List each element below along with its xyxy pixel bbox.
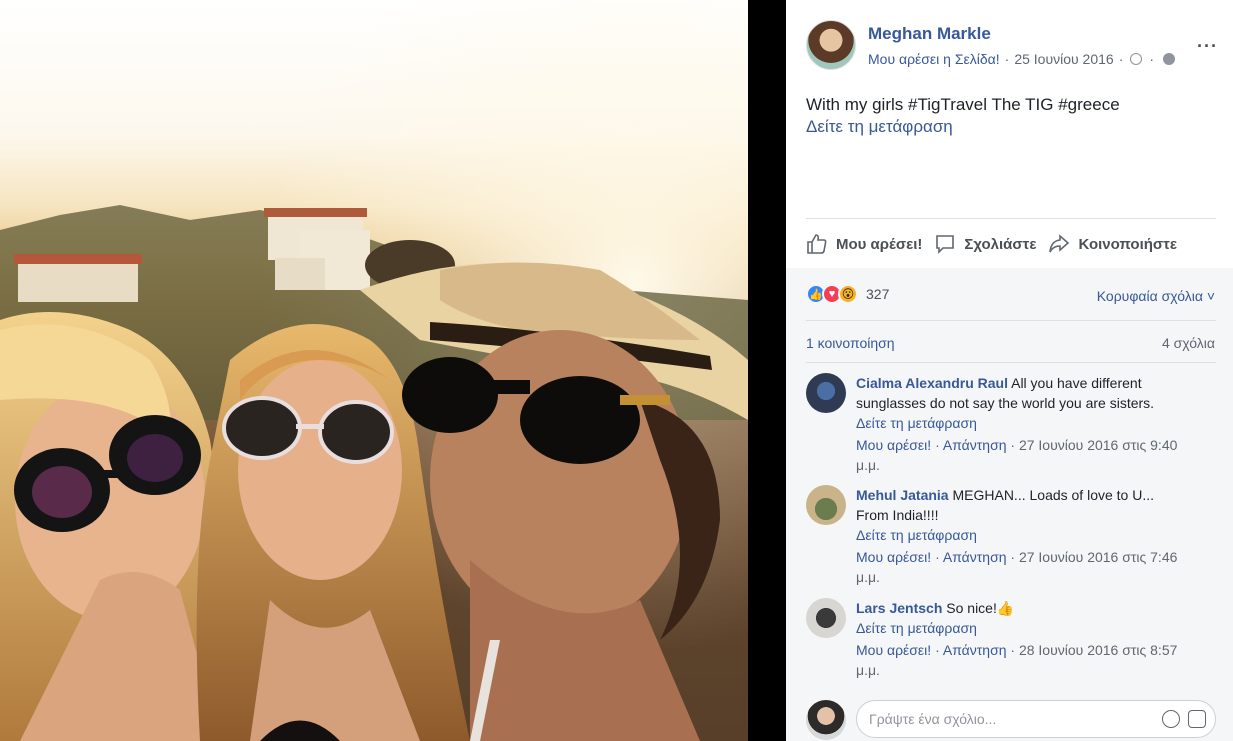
reactions-summary[interactable]: 👍 ♥ 😮 327 (806, 284, 889, 304)
comment-button-label: Σχολιάστε (964, 235, 1037, 253)
post-date[interactable]: 25 Ιουνίου 2016 (1014, 51, 1113, 67)
comment-author[interactable]: Lars Jentsch (856, 600, 942, 616)
clock-icon (1130, 53, 1143, 65)
globe-icon[interactable] (1163, 53, 1176, 65)
see-translation-link[interactable]: Δείτε τη μετάφραση (806, 117, 953, 137)
comment-actions: Μου αρέσει! · Απάντηση · 28 Ιουνίου 2016… (856, 642, 1178, 678)
comment-like-link[interactable]: Μου αρέσει! (856, 437, 931, 453)
post-actions: Μου αρέσει! Σχολιάστε Κοινοποιήστε (806, 229, 1216, 259)
page-name-link[interactable]: Meghan Markle (868, 24, 991, 44)
photo-illustration (0, 0, 748, 741)
comment-button[interactable]: Σχολιάστε (934, 229, 1036, 259)
share-button[interactable]: Κοινοποιήστε (1048, 229, 1177, 259)
share-icon (1049, 234, 1070, 253)
comment-like-link[interactable]: Μου αρέσει! (856, 642, 931, 658)
divider (806, 218, 1216, 219)
post-header: Meghan Markle Μου αρέσει η Σελίδα! · 25 Ιο… (806, 18, 1218, 78)
shares-count-link[interactable]: 1 κοινοποίηση (806, 335, 895, 351)
top-comments-dropdown[interactable]: Κορυφαία σχόλια ˅ (1097, 288, 1215, 304)
wow-reaction-icon: 😮 (838, 284, 858, 304)
comment-translation-link[interactable]: Δείτε τη μετάφραση (856, 413, 1186, 433)
post-meta: Μου αρέσει η Σελίδα! · 25 Ιουνίου 2016 · · (868, 51, 1176, 67)
comment-author[interactable]: Mehul Jatania (856, 487, 949, 503)
comment-reply-link[interactable]: Απάντηση (943, 437, 1007, 453)
comment-translation-link[interactable]: Δείτε τη μετάφραση (856, 618, 1186, 638)
emoji-icon[interactable] (1162, 710, 1180, 728)
commenter-avatar[interactable] (806, 598, 846, 638)
comment-body: Mehul Jatania MEGHAN... Loads of love to… (856, 485, 1186, 587)
like-button-label: Μου αρέσει! (836, 235, 923, 253)
post-side-panel: Meghan Markle Μου αρέσει η Σελίδα! · 25 Ιο… (786, 0, 1233, 741)
comments-count-link[interactable]: 4 σχόλια (1162, 335, 1215, 351)
comment-composer (806, 698, 1216, 740)
like-page-link[interactable]: Μου αρέσει η Σελίδα! (868, 51, 1000, 67)
comment-text: So nice!👍 (942, 600, 1015, 616)
divider (806, 320, 1216, 321)
comment-translation-link[interactable]: Δείτε τη μετάφραση (856, 525, 1186, 545)
comment-author[interactable]: Cialma Alexandru Raul (856, 375, 1008, 391)
like-button[interactable]: Μου αρέσει! (806, 229, 922, 259)
more-options-button[interactable]: ··· (1197, 36, 1218, 57)
comment-body: Cialma Alexandru Raul All you have diffe… (856, 373, 1186, 475)
share-button-label: Κοινοποιήστε (1078, 235, 1177, 253)
comment-icon (936, 235, 955, 254)
sticker-icon[interactable] (1188, 710, 1206, 728)
post-text: With my girls #TigTravel The TIG #greece (806, 95, 1120, 114)
meta-separator: · (1149, 51, 1155, 67)
post-photo[interactable] (0, 0, 748, 741)
comment-like-link[interactable]: Μου αρέσει! (856, 549, 931, 565)
comment-reply-link[interactable]: Απάντηση (943, 549, 1007, 565)
like-icon (807, 234, 827, 254)
comment-body: Lars Jentsch So nice!👍 Δείτε τη μετάφρασ… (856, 598, 1186, 680)
page-avatar[interactable] (806, 20, 856, 70)
current-user-avatar (806, 700, 846, 740)
commenter-avatar[interactable] (806, 485, 846, 525)
divider (806, 362, 1216, 363)
comment-reply-link[interactable]: Απάντηση (943, 642, 1007, 658)
comment-actions: Μου αρέσει! · Απάντηση · 27 Ιουνίου 2016… (856, 549, 1178, 585)
meta-separator: · (1118, 51, 1124, 67)
photo-frame-edge (748, 0, 786, 741)
reaction-count[interactable]: 327 (866, 286, 889, 302)
meta-separator: · (1004, 51, 1010, 67)
commenter-avatar[interactable] (806, 373, 846, 413)
comment-actions: Μου αρέσει! · Απάντηση · 27 Ιουνίου 2016… (856, 437, 1178, 473)
